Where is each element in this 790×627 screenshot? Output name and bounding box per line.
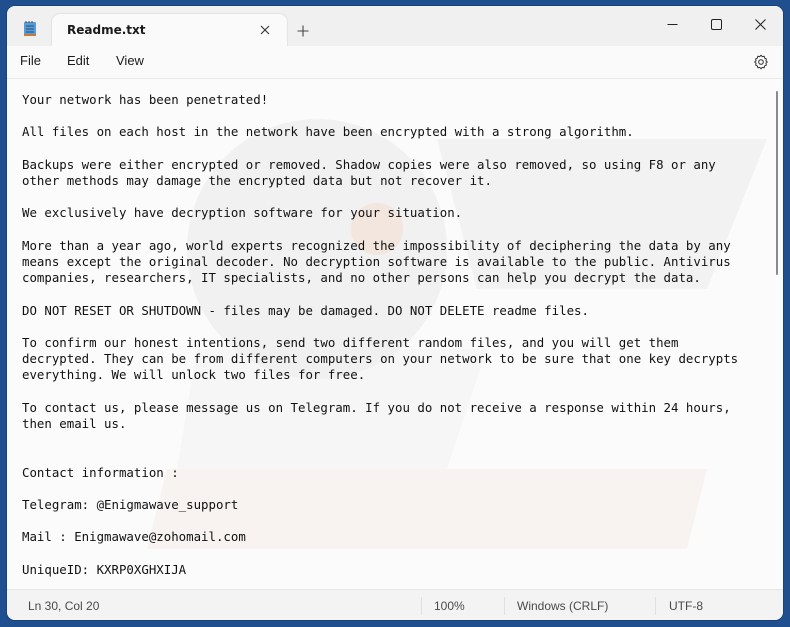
status-divider (504, 597, 505, 615)
notepad-window: Readme.txt File Edit View Your network h… (7, 6, 783, 620)
status-bar: Ln 30, Col 20 100% Windows (CRLF) UTF-8 (7, 589, 783, 620)
close-tab-button[interactable] (255, 20, 275, 40)
menu-view[interactable]: View (116, 53, 144, 68)
plus-icon (297, 25, 309, 37)
tab-readme[interactable]: Readme.txt (52, 14, 287, 50)
title-bar: Readme.txt (7, 6, 783, 50)
notepad-icon (23, 20, 37, 38)
close-icon (260, 25, 270, 35)
gear-icon (754, 54, 768, 70)
new-tab-button[interactable] (292, 20, 314, 42)
minimize-icon (667, 23, 677, 25)
settings-button[interactable] (751, 52, 771, 72)
zoom-level[interactable]: 100% (434, 599, 465, 613)
cursor-position: Ln 30, Col 20 (28, 599, 100, 613)
menu-edit[interactable]: Edit (67, 53, 89, 68)
close-window-button[interactable] (740, 10, 780, 38)
tab-title: Readme.txt (67, 23, 146, 37)
vertical-scrollbar[interactable] (776, 91, 778, 275)
encoding[interactable]: UTF-8 (669, 599, 703, 613)
line-ending[interactable]: Windows (CRLF) (517, 599, 608, 613)
menu-bar: File Edit View (7, 46, 783, 79)
maximize-button[interactable] (696, 10, 736, 38)
minimize-button[interactable] (652, 10, 692, 38)
text-editor[interactable]: Your network has been penetrated! All fi… (7, 79, 783, 589)
menu-file[interactable]: File (20, 53, 41, 68)
maximize-icon (710, 18, 722, 30)
status-divider (655, 597, 656, 615)
close-icon (754, 18, 766, 30)
document-text: Your network has been penetrated! All fi… (22, 92, 739, 577)
status-divider (421, 597, 422, 615)
